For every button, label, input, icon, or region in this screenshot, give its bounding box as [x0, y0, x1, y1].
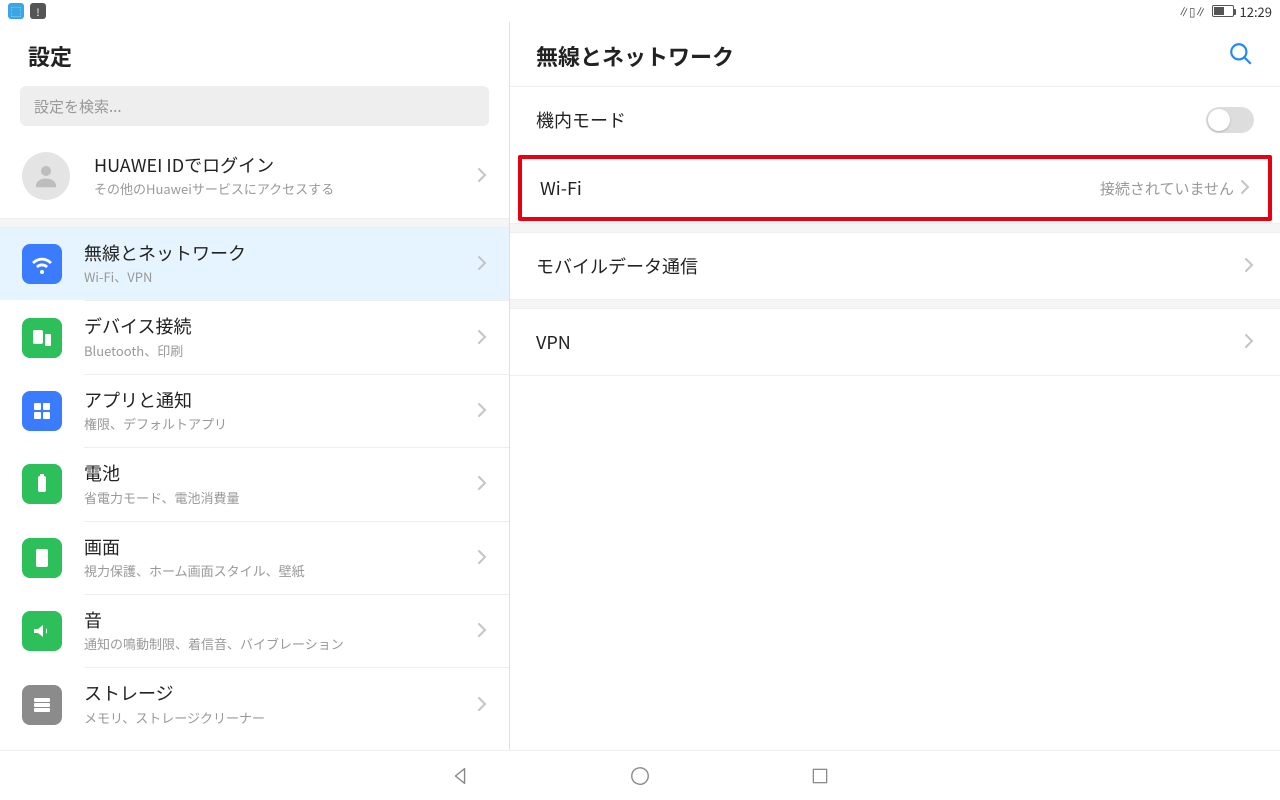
apps-icon [22, 391, 62, 431]
mobile-data-label: モバイルデータ通信 [536, 253, 1244, 279]
login-sub: その他のHuaweiサービスにアクセスする [94, 179, 469, 198]
sidebar-item-sub: 省電力モード、電池消費量 [84, 488, 469, 507]
sidebar-item-label: アプリと通知 [84, 389, 469, 412]
wifi-icon [22, 244, 62, 284]
sidebar-item-wireless[interactable]: 無線とネットワーク Wi-Fi、VPN [0, 228, 509, 300]
airplane-mode-toggle[interactable] [1206, 107, 1254, 133]
sidebar-item-sub: メモリ、ストレージクリーナー [84, 708, 469, 727]
sidebar-item-display[interactable]: 画面 視力保護、ホーム画面スタイル、壁紙 [0, 522, 509, 594]
notif-app-icon: ⬚ [8, 3, 24, 19]
sidebar-item-label: デバイス接続 [84, 315, 469, 338]
clock: 12:29 [1240, 2, 1272, 21]
wifi-status: 接続されていません [1100, 178, 1234, 199]
sidebar-item-label: ストレージ [84, 682, 469, 705]
vpn-row[interactable]: VPN [510, 309, 1280, 375]
chevron-right-icon [477, 619, 487, 643]
chevron-right-icon [1240, 175, 1250, 201]
chevron-right-icon [1244, 253, 1254, 279]
sidebar-item-storage[interactable]: ストレージ メモリ、ストレージクリーナー [0, 668, 509, 740]
status-bar: ⬚ ! ∥▯∥ 12:29 [0, 0, 1280, 22]
nav-bar [0, 750, 1280, 800]
home-button[interactable] [620, 756, 660, 796]
avatar-icon [22, 152, 70, 200]
chevron-right-icon [1244, 329, 1254, 355]
notif-alert-icon: ! [30, 3, 46, 19]
chevron-right-icon [477, 399, 487, 423]
airplane-mode-row[interactable]: 機内モード [510, 87, 1280, 153]
vibrate-icon: ∥▯∥ [1178, 3, 1206, 20]
section-gap [0, 218, 509, 228]
battery-menu-icon [22, 464, 62, 504]
sidebar-item-label: 画面 [84, 536, 469, 559]
chevron-right-icon [477, 546, 487, 570]
storage-icon [22, 685, 62, 725]
sidebar-item-label: 電池 [84, 462, 469, 485]
sidebar-item-sub: Bluetooth、印刷 [84, 341, 469, 360]
search-input[interactable]: 設定を検索... [20, 86, 489, 126]
sidebar-title: 設定 [28, 40, 481, 72]
settings-sidebar: 設定 設定を検索... HUAWEI IDでログイン その他のHuaweiサービ… [0, 22, 510, 750]
wifi-row[interactable]: Wi-Fi 接続されていません [518, 155, 1272, 221]
airplane-mode-label: 機内モード [536, 107, 1206, 133]
display-icon [22, 538, 62, 578]
chevron-right-icon [477, 472, 487, 496]
sidebar-item-sub: 権限、デフォルトアプリ [84, 414, 469, 433]
battery-icon [1212, 5, 1234, 17]
detail-panel: 無線とネットワーク 機内モード Wi-Fi 接続されていません モバイルデータ通… [510, 22, 1280, 750]
sound-icon [22, 611, 62, 651]
back-button[interactable] [440, 756, 480, 796]
sidebar-item-sound[interactable]: 音 通知の鳴動制限、着信音、バイブレーション [0, 595, 509, 667]
chevron-right-icon [477, 693, 487, 717]
sidebar-item-label: 音 [84, 609, 469, 632]
sidebar-item-apps[interactable]: アプリと通知 権限、デフォルトアプリ [0, 375, 509, 447]
huawei-id-login[interactable]: HUAWEI IDでログイン その他のHuaweiサービスにアクセスする [0, 134, 509, 218]
sidebar-item-label: 無線とネットワーク [84, 242, 469, 265]
sidebar-item-battery[interactable]: 電池 省電力モード、電池消費量 [0, 448, 509, 520]
sidebar-item-device-connect[interactable]: デバイス接続 Bluetooth、印刷 [0, 301, 509, 373]
search-icon[interactable] [1228, 41, 1254, 72]
mobile-data-row[interactable]: モバイルデータ通信 [510, 233, 1280, 299]
device-connect-icon [22, 318, 62, 358]
search-placeholder: 設定を検索... [34, 96, 122, 117]
login-title: HUAWEI IDでログイン [94, 154, 469, 177]
chevron-right-icon [477, 252, 487, 276]
vpn-label: VPN [536, 329, 1244, 355]
sidebar-item-sub: 視力保護、ホーム画面スタイル、壁紙 [84, 561, 469, 580]
wifi-label: Wi-Fi [540, 175, 1100, 201]
chevron-right-icon [477, 326, 487, 350]
sidebar-item-sub: Wi-Fi、VPN [84, 267, 469, 286]
detail-title: 無線とネットワーク [536, 40, 734, 72]
chevron-right-icon [477, 164, 487, 188]
section-gap [510, 223, 1280, 233]
section-gap [510, 299, 1280, 309]
recent-button[interactable] [800, 756, 840, 796]
sidebar-item-sub: 通知の鳴動制限、着信音、バイブレーション [84, 634, 469, 653]
